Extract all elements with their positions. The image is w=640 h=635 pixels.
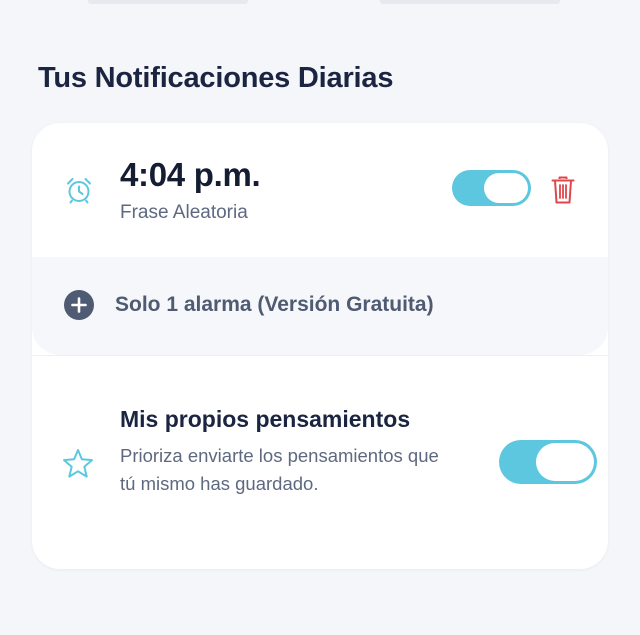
alarm-subtitle: Frase Aleatoria [120,202,248,223]
star-icon [63,449,93,478]
own-thoughts-description: Prioriza enviarte los pensamientos que t… [120,445,439,494]
own-thoughts-title: Mis propios pensamientos [120,406,411,432]
top-tab-hint-right [380,0,560,4]
alarm-time[interactable]: 4:04 p.m. [120,156,261,194]
trash-icon[interactable] [551,175,575,205]
own-thoughts-toggle[interactable] [499,440,597,484]
alarm-toggle[interactable] [452,170,531,206]
add-alarm-row[interactable]: Solo 1 alarma (Versión Gratuita) [32,257,608,355]
alarm-toggle-knob [484,173,528,203]
add-alarm-label: Solo 1 alarma (Versión Gratuita) [115,293,434,316]
notifications-card: 4:04 p.m. Frase Aleatoria Solo 1 alarma … [32,123,608,569]
plus-circle-icon [64,290,94,320]
own-thoughts-row: Mis propios pensamientos Prioriza enviar… [32,356,608,569]
notifications-screen: Tus Notificaciones Diarias 4:04 p.m. Fra… [0,0,640,635]
alarm-row[interactable]: 4:04 p.m. Frase Aleatoria [32,123,608,257]
section-title: Tus Notificaciones Diarias [38,62,394,94]
alarm-clock-icon [67,178,91,204]
own-thoughts-toggle-knob [536,443,594,481]
top-tab-hint-left [88,0,248,4]
